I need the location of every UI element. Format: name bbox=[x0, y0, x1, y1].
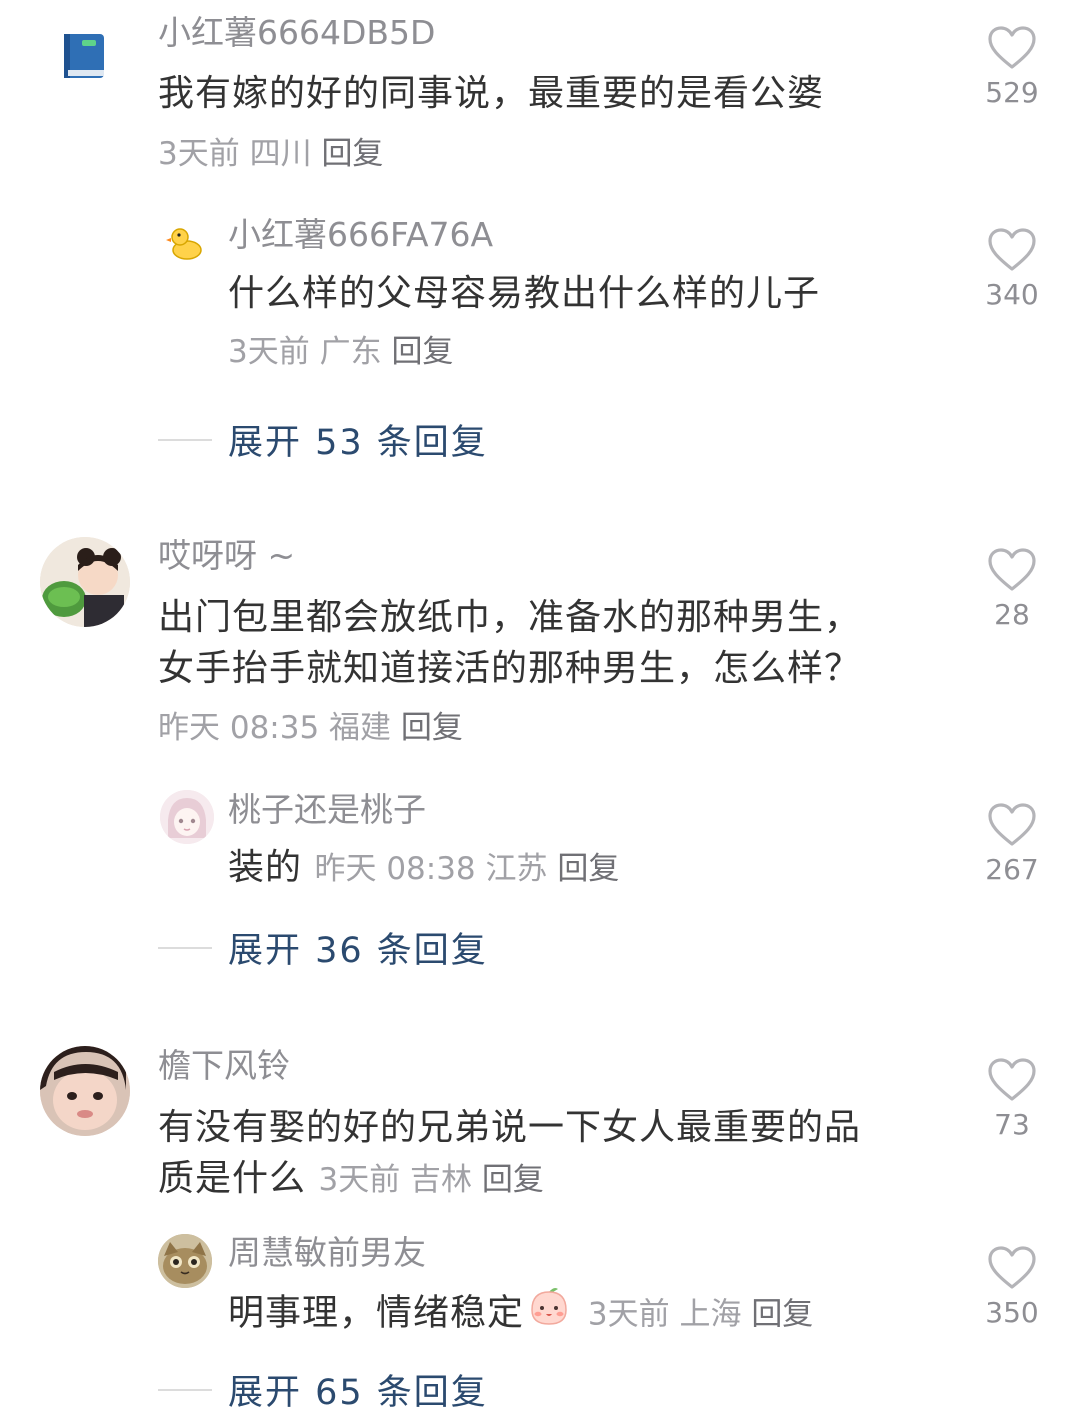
expand-replies-label: 展开 53 条回复 bbox=[228, 423, 488, 463]
like-count: 28 bbox=[994, 598, 1030, 631]
like-button[interactable]: 73 bbox=[952, 1058, 1072, 1141]
avatar[interactable] bbox=[40, 537, 130, 627]
comment-text-line: 女手抬手就知道接活的那种男生，怎么样？ bbox=[158, 648, 862, 689]
peach-face-emoji bbox=[528, 1286, 570, 1343]
like-count: 529 bbox=[985, 76, 1039, 109]
reply-row: 明事理，情绪稳定 3天前 上海 回复 bbox=[228, 1286, 813, 1343]
like-button[interactable]: 529 bbox=[952, 26, 1072, 109]
expand-replies-button[interactable]: 展开 53 条回复 bbox=[158, 414, 488, 465]
avatar[interactable] bbox=[165, 222, 205, 262]
reply-button[interactable]: 回复 bbox=[391, 334, 453, 370]
heart-icon bbox=[988, 1246, 1036, 1290]
reply-button[interactable]: 回复 bbox=[557, 851, 619, 887]
comment-username[interactable]: 哎呀呀 ~ bbox=[158, 536, 295, 576]
reply-button[interactable]: 回复 bbox=[321, 136, 383, 172]
heart-icon bbox=[988, 1058, 1036, 1102]
reply-button[interactable]: 回复 bbox=[401, 710, 463, 746]
like-count: 340 bbox=[985, 278, 1039, 311]
anime-girl-avatar bbox=[160, 790, 214, 844]
reply-meta: 3天前 广东 回复 bbox=[228, 332, 453, 372]
reply-meta: 昨天 08:38 江苏 回复 bbox=[314, 851, 619, 887]
reply-time-location: 3天前 广东 bbox=[228, 334, 382, 370]
reply-button[interactable]: 回复 bbox=[482, 1162, 544, 1198]
heart-icon bbox=[988, 26, 1036, 70]
reply-text: 什么样的父母容易教出什么样的儿子 bbox=[228, 273, 821, 314]
avatar[interactable] bbox=[160, 790, 214, 844]
comment-username[interactable]: 檐下风铃 bbox=[158, 1046, 290, 1086]
reply-username[interactable]: 小红薯666FA76A bbox=[228, 215, 493, 255]
avatar[interactable] bbox=[58, 30, 110, 82]
like-count: 73 bbox=[994, 1108, 1030, 1141]
duck-icon bbox=[166, 228, 202, 260]
reply-meta: 3天前 上海 回复 bbox=[578, 1297, 813, 1333]
reply-row: 装的 昨天 08:38 江苏 回复 bbox=[228, 842, 619, 895]
like-button[interactable]: 340 bbox=[952, 228, 1072, 311]
child-photo bbox=[40, 1046, 130, 1136]
cat-photo bbox=[158, 1234, 212, 1288]
comment-time-location: 3天前 四川 bbox=[158, 136, 312, 172]
comment-username[interactable]: 小红薯6664DB5D bbox=[158, 13, 435, 53]
like-count: 267 bbox=[985, 853, 1039, 886]
avatar[interactable] bbox=[158, 1234, 212, 1288]
avatar[interactable] bbox=[40, 1046, 130, 1136]
expand-replies-label: 展开 65 条回复 bbox=[228, 1373, 488, 1413]
comment-meta: 昨天 08:35 福建 回复 bbox=[158, 708, 463, 748]
reply-username[interactable]: 桃子还是桃子 bbox=[228, 790, 426, 830]
comment-meta: 3天前 吉林 回复 bbox=[318, 1162, 543, 1198]
girl-photo bbox=[40, 537, 130, 627]
divider bbox=[158, 946, 212, 949]
comment-meta: 3天前 四川 回复 bbox=[158, 134, 383, 174]
heart-icon bbox=[988, 228, 1036, 272]
reply-time-location: 昨天 08:38 江苏 bbox=[314, 851, 548, 887]
book-icon bbox=[64, 34, 104, 78]
comment-text-line: 出门包里都会放纸巾，准备水的那种男生， bbox=[158, 597, 862, 638]
heart-icon bbox=[988, 803, 1036, 847]
like-button[interactable]: 28 bbox=[952, 548, 1072, 631]
comment-text-line: 有没有娶的好的兄弟说一下女人最重要的品 bbox=[158, 1107, 862, 1148]
reply-username[interactable]: 周慧敏前男友 bbox=[228, 1233, 426, 1273]
reply-button[interactable]: 回复 bbox=[751, 1297, 813, 1333]
divider bbox=[158, 438, 212, 441]
comment-text-row: 质是什么 3天前 吉林 回复 bbox=[158, 1153, 544, 1206]
heart-icon bbox=[988, 548, 1036, 592]
expand-replies-button[interactable]: 展开 36 条回复 bbox=[158, 922, 488, 973]
comment-text-line: 质是什么 bbox=[158, 1158, 307, 1199]
like-count: 350 bbox=[985, 1296, 1039, 1329]
like-button[interactable]: 267 bbox=[952, 803, 1072, 886]
reply-text: 明事理，情绪稳定 bbox=[228, 1292, 525, 1334]
expand-replies-label: 展开 36 条回复 bbox=[228, 931, 488, 971]
expand-replies-button[interactable]: 展开 65 条回复 bbox=[158, 1364, 488, 1415]
reply-text: 装的 bbox=[228, 847, 303, 888]
divider bbox=[158, 1388, 212, 1391]
comment-text: 我有嫁的好的同事说，最重要的是看公婆 bbox=[158, 73, 825, 114]
comment-time-location: 3天前 吉林 bbox=[318, 1162, 473, 1198]
like-button[interactable]: 350 bbox=[952, 1246, 1072, 1329]
comment-time-location: 昨天 08:35 福建 bbox=[158, 710, 392, 746]
reply-time-location: 3天前 上海 bbox=[587, 1296, 742, 1333]
